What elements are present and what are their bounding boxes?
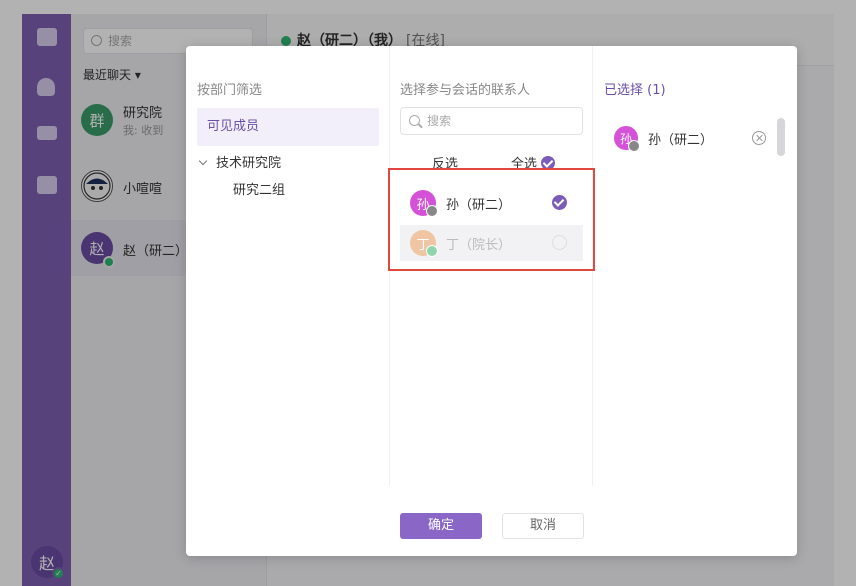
- chevron-down-icon: [198, 156, 208, 166]
- offline-status-icon: [628, 140, 640, 152]
- search-icon: [409, 115, 420, 126]
- department-label: 技术研究院: [216, 156, 282, 171]
- selected-panel-title: 已选择 (1): [604, 83, 666, 98]
- group-tree-item[interactable]: 研究二组: [233, 179, 285, 198]
- select-contacts-dialog: 按部门筛选 可见成员 技术研究院 研究二组 选择参与会话的联系人 搜索 反选 全…: [186, 46, 797, 556]
- screen: 赵 ✓ 搜索 最近聊天 ▾ 群 研究院 我: 收到 小喧喧 赵 赵（研二） 赵（…: [0, 0, 856, 586]
- scrollbar-thumb[interactable]: [777, 118, 785, 156]
- red-highlight-box: [388, 168, 595, 271]
- cancel-button[interactable]: 取消: [502, 513, 584, 539]
- contact-search-input[interactable]: 搜索: [400, 107, 583, 135]
- visible-members-item[interactable]: 可见成员: [197, 108, 379, 146]
- contact-name: 孙（研二）: [648, 133, 714, 148]
- search-placeholder: 搜索: [427, 114, 452, 128]
- selected-contact-row: 孙 孙（研二）: [604, 124, 774, 154]
- filter-panel-title: 按部门筛选: [197, 83, 263, 98]
- remove-icon[interactable]: [752, 131, 766, 145]
- confirm-button[interactable]: 确定: [400, 513, 482, 539]
- contacts-panel-title: 选择参与会话的联系人: [400, 83, 531, 98]
- department-tree-item[interactable]: 技术研究院: [198, 152, 282, 171]
